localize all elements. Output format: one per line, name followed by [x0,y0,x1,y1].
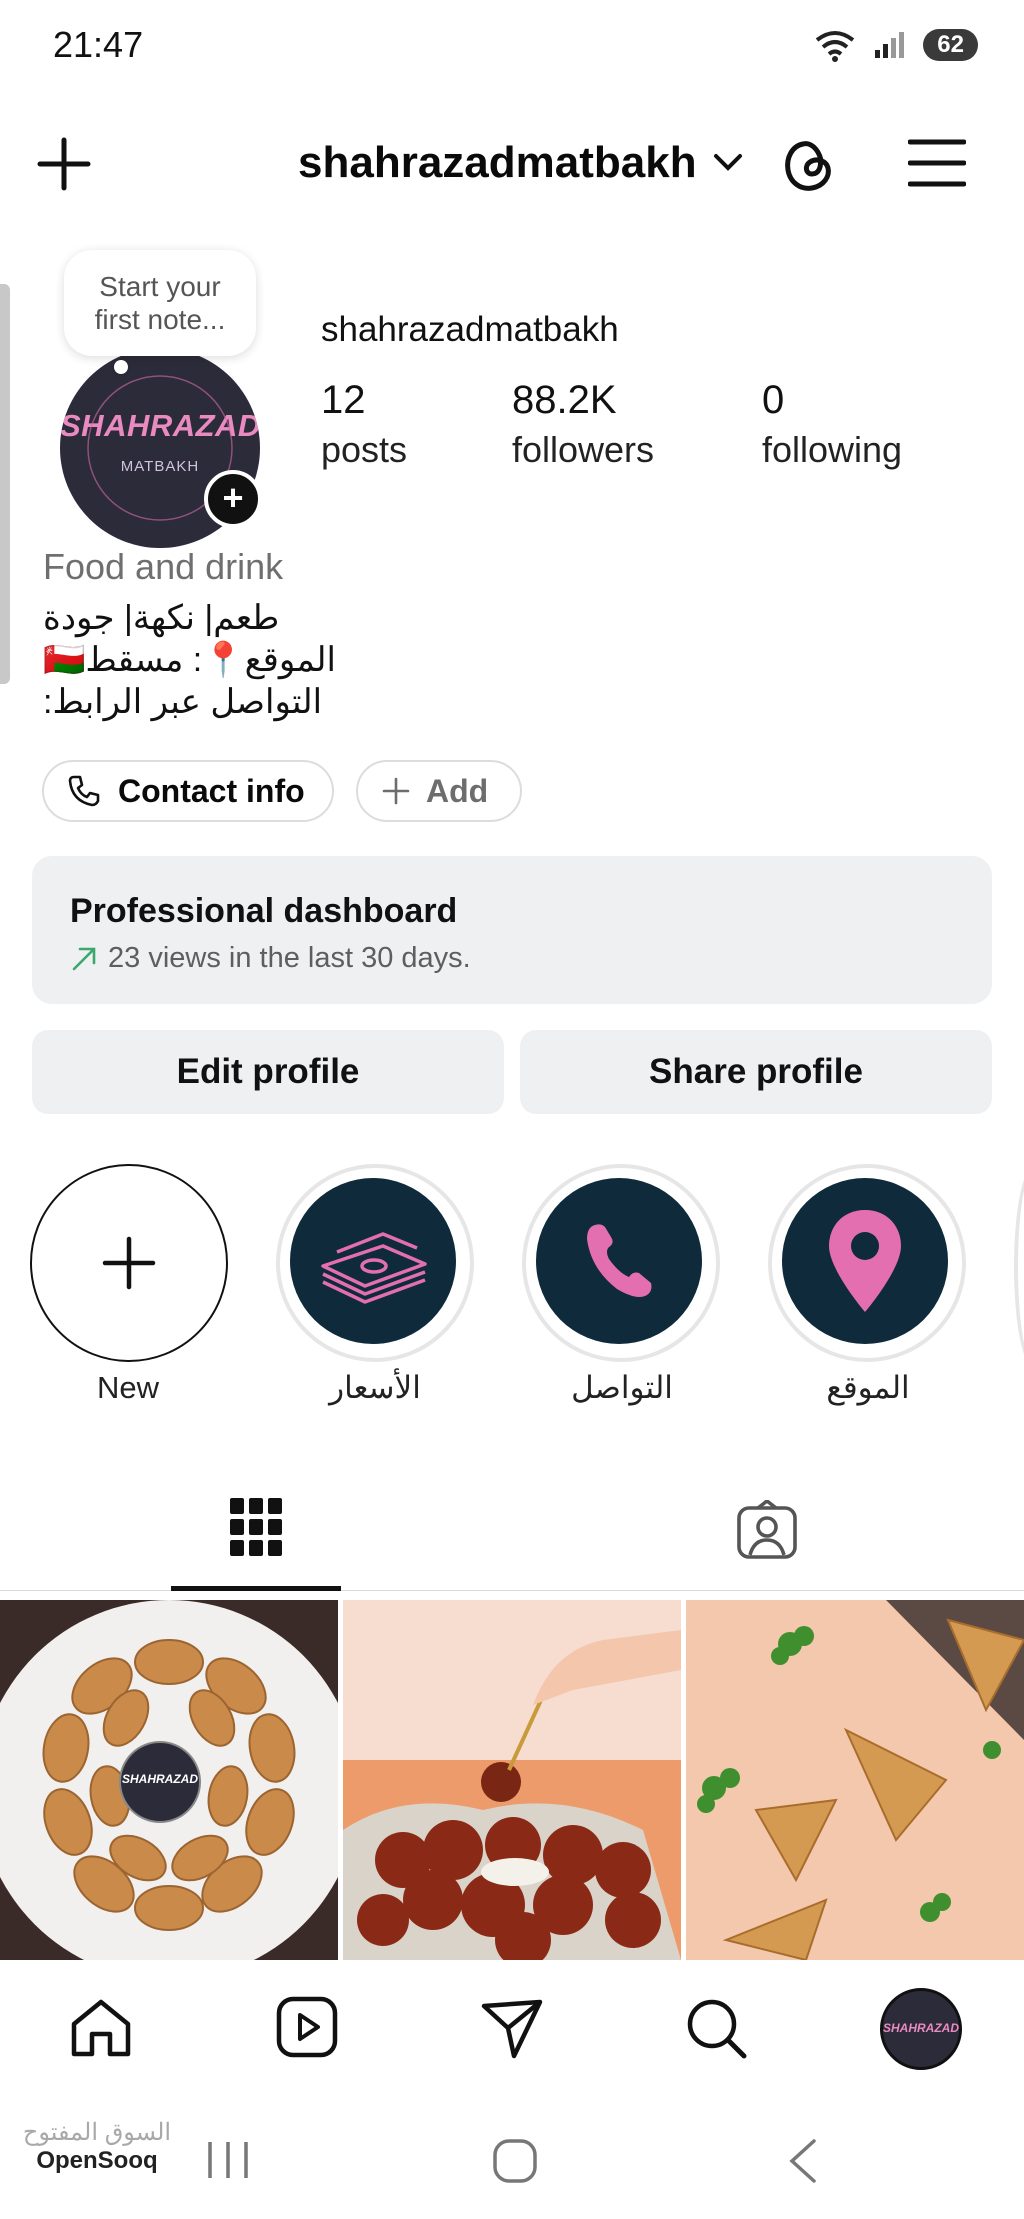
plus-icon [382,777,410,805]
avatar-mini-brand: SHAHRAZAD [883,2021,959,2035]
profile-avatar-icon[interactable]: SHAHRAZAD [880,1988,962,2070]
hamburger-menu-icon[interactable] [908,138,966,188]
followers-value: 88.2K [512,378,617,422]
edit-profile-button[interactable]: Edit profile [32,1030,504,1114]
highlight-new[interactable] [30,1164,228,1362]
bottom-nav-bar: SHAHRAZAD [0,1960,1024,2090]
contact-info-label: Contact info [118,772,305,809]
dashboard-subtitle: 23 views in the last 30 days. [108,942,471,974]
highlight-label: New [96,1370,159,1405]
bio-line: طعم| نكهة| جودة [43,599,280,637]
bio-line: الموقع📍: مسقط🇴🇲 [43,641,336,679]
back-icon[interactable] [786,2138,818,2184]
dashboard-title: Professional dashboard [70,892,458,930]
highlight-label: الموقع [826,1370,910,1405]
post-thumbnail[interactable] [686,1600,1024,1960]
create-plus-icon[interactable] [36,136,92,192]
send-icon[interactable] [480,1998,544,2060]
posts-value: 12 [321,378,366,422]
bio-line: التواصل عبر الرابط: [43,683,323,721]
highlight-cover [290,1178,456,1344]
professional-dashboard[interactable]: Professional dashboard 23 views in the l… [32,856,992,1004]
profile-category: Food and drink [43,546,284,587]
status-time: 21:47 [53,24,144,65]
reels-icon[interactable] [276,1996,338,2058]
highlight-label: التواصل [571,1370,673,1405]
threads-icon[interactable] [780,136,838,194]
fried-chicken-photo [343,1600,681,1960]
posts-label: posts [321,429,408,470]
highlight-location[interactable] [768,1164,966,1362]
dashboard-subtitle-row: 23 views in the last 30 days. [70,942,471,975]
phone-icon [587,1224,652,1297]
watermark-arabic: السوق المفتوح [22,2119,172,2146]
money-stack-icon [321,1232,427,1304]
highlight-cover [782,1178,948,1344]
phone-icon [68,775,100,807]
home-button-icon[interactable] [492,2138,538,2184]
recent-apps-icon[interactable] [206,2140,250,2180]
add-label: Add [426,772,489,809]
search-icon[interactable] [684,1996,748,2060]
highlight-contact[interactable] [522,1164,720,1362]
account-switcher-username[interactable]: shahrazadmatbakh [298,138,697,188]
home-icon[interactable] [70,1998,132,2058]
highlight-cover [536,1178,702,1344]
contact-info-button[interactable]: Contact info [42,760,334,822]
plus-icon [102,1236,156,1290]
trend-up-arrow-icon [72,947,96,970]
watermark-latin: OpenSooq [36,2147,158,2174]
active-tab-indicator [171,1586,341,1591]
followers-count[interactable]: 88.2K followers [512,378,654,471]
signal-icon [875,32,905,58]
grid-icon[interactable] [230,1498,282,1556]
tab-divider [0,1590,1024,1591]
following-label: following [762,429,903,470]
following-value: 0 [762,378,785,422]
battery-indicator: 62 [923,29,978,61]
followers-label: followers [512,429,655,470]
post-thumbnail[interactable]: SHAHRAZAD [0,1600,338,1960]
share-profile-button[interactable]: Share profile [520,1030,992,1114]
tagged-person-icon[interactable] [736,1500,798,1560]
highlight-partial[interactable] [1014,1168,1024,1366]
note-line-2: first note... [94,304,226,335]
samosa-photo [686,1600,1024,1960]
add-link-button[interactable]: Add [356,760,522,822]
note-line-1: Start your [99,271,221,302]
chevron-down-icon[interactable] [712,150,744,174]
edge-panel-handle[interactable] [0,284,10,684]
note-bubble[interactable]: Start your first note... [64,250,256,356]
highlight-prices[interactable] [276,1164,474,1362]
note-tail-dot [114,360,128,374]
highlight-label: الأسعار [329,1370,421,1405]
wifi-icon [816,31,855,62]
profile-display-name: shahrazadmatbakh [321,310,619,349]
post-brand-text: SHAHRAZAD [122,1772,198,1786]
posts-count[interactable]: 12 posts [321,378,407,471]
following-count[interactable]: 0 following [762,378,902,471]
post-thumbnail[interactable] [343,1600,681,1960]
location-pin-icon [829,1210,901,1312]
add-story-plus-icon[interactable]: + [204,470,262,528]
status-icons: 62 [813,28,978,62]
opensooq-watermark: السوق المفتوح OpenSooq [22,2118,172,2175]
